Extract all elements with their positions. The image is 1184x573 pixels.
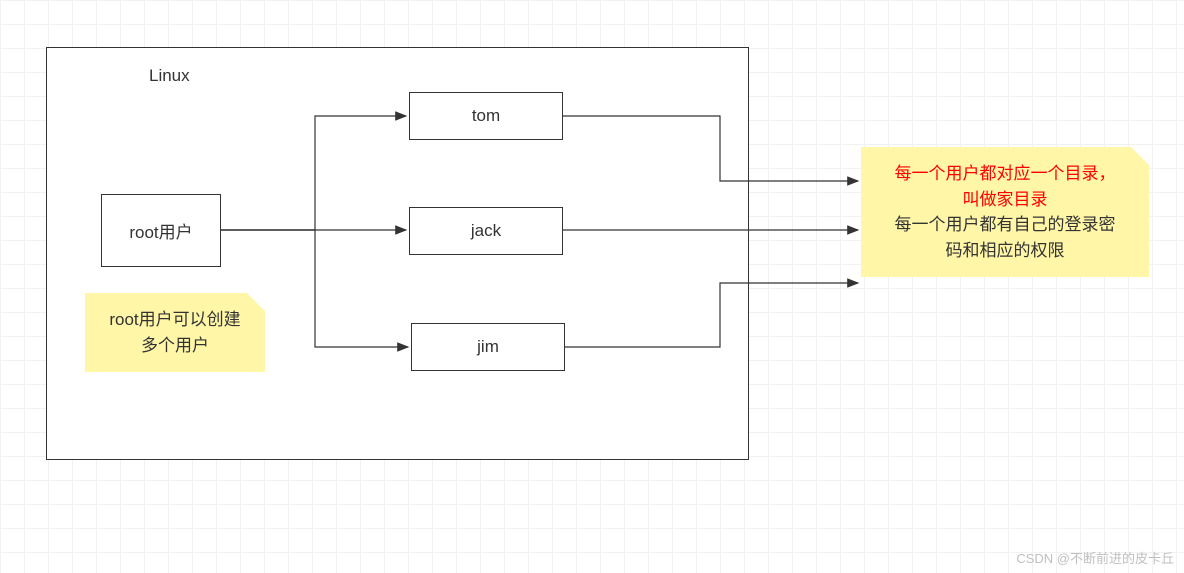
linux-title: Linux: [149, 66, 190, 86]
user-label: jim: [477, 337, 499, 357]
note-root-line2: 多个用户: [141, 336, 209, 355]
note-right-red2: 叫做家目录: [873, 187, 1137, 213]
watermark-text: CSDN @不断前进的皮卡丘: [1016, 548, 1174, 567]
root-user-box: root用户: [101, 194, 221, 267]
user-box-jack: jack: [409, 207, 563, 255]
note-right-black2: 码和相应的权限: [873, 238, 1137, 264]
note-right-red1: 每一个用户都对应一个目录，: [873, 161, 1137, 187]
note-right: 每一个用户都对应一个目录， 叫做家目录 每一个用户都有自己的登录密 码和相应的权…: [861, 147, 1149, 277]
note-root: root用户可以创建 多个用户: [85, 293, 265, 372]
user-box-jim: jim: [411, 323, 565, 371]
user-box-tom: tom: [409, 92, 563, 140]
user-label: tom: [472, 106, 500, 126]
note-root-line1: root用户可以创建: [109, 310, 240, 329]
user-label: jack: [471, 221, 501, 241]
root-user-label: root用户: [129, 218, 192, 243]
note-right-black1: 每一个用户都有自己的登录密: [873, 212, 1137, 238]
